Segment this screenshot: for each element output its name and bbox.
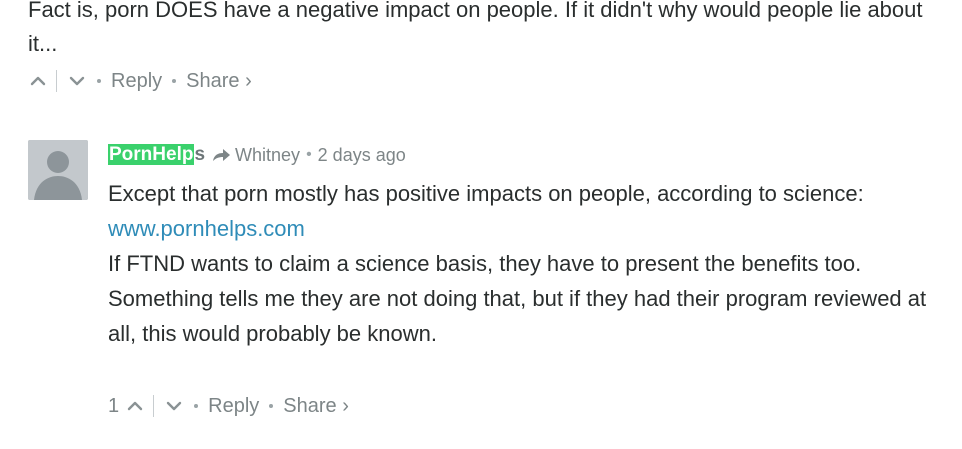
share-arrow-icon [211, 147, 231, 163]
user-avatar-icon[interactable] [28, 140, 88, 200]
separator-dot: • [306, 146, 312, 163]
separator-dot [97, 79, 101, 83]
reply-to-name[interactable]: Whitney [235, 145, 300, 166]
chevron-up-icon[interactable] [28, 71, 48, 91]
vote-divider [56, 70, 57, 92]
comment-paragraph: Except that porn mostly has positive imp… [108, 181, 864, 206]
chevron-up-icon[interactable] [125, 396, 145, 416]
author-name-highlight: PornHelp [108, 144, 195, 165]
author-name[interactable]: PornHelps [108, 144, 205, 166]
reply-link[interactable]: Reply [111, 70, 162, 93]
parent-comment-footer: Reply Share › [28, 69, 252, 93]
vote-divider [153, 395, 155, 417]
comment-header: PornHelps Whitney • 2 days ago [108, 144, 406, 166]
external-link[interactable]: www.pornhelps.com [108, 216, 305, 241]
separator-dot [269, 404, 274, 408]
upvote-count: 1 [108, 394, 120, 417]
chevron-down-icon[interactable] [67, 71, 87, 91]
comment-paragraph: If FTND wants to claim a science basis, … [108, 251, 927, 346]
author-name-rest: s [194, 144, 206, 165]
reply-comment-footer: 1 Reply Share › [108, 394, 349, 418]
timestamp[interactable]: 2 days ago [318, 145, 406, 166]
separator-dot [172, 79, 177, 83]
share-link[interactable]: Share › [186, 70, 252, 93]
parent-comment-text: Fact is, porn DOES have a negative impac… [28, 0, 923, 56]
comment-body: Except that porn mostly has positive imp… [108, 176, 948, 351]
chevron-down-icon[interactable] [164, 396, 184, 416]
separator-dot [194, 404, 199, 408]
share-link[interactable]: Share › [283, 395, 349, 418]
reply-link[interactable]: Reply [208, 395, 259, 418]
